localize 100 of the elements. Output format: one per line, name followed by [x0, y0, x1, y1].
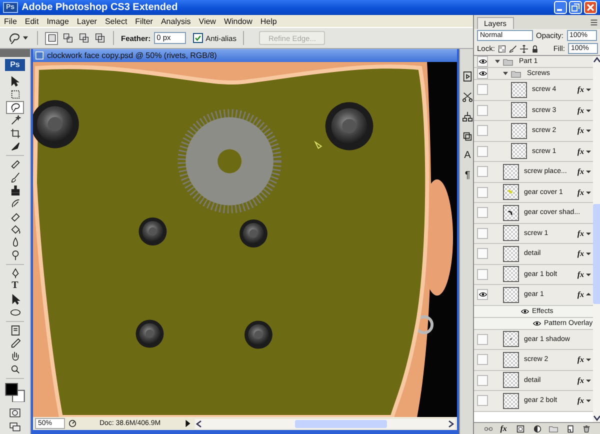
squares-icon: [94, 33, 104, 43]
expand-arrow-icon[interactable]: [586, 292, 591, 298]
visibility-toggle[interactable]: [477, 146, 488, 157]
minimize-icon[interactable]: [554, 1, 567, 14]
dodge-icon: [10, 250, 20, 261]
selection-mode-button[interactable]: [45, 32, 58, 44]
close-icon[interactable]: [584, 1, 597, 14]
scroll-thumb[interactable]: [593, 204, 600, 304]
menu-item[interactable]: Analysis: [160, 16, 191, 26]
menu-item[interactable]: Help: [260, 16, 277, 26]
dock-button[interactable]: [461, 69, 474, 83]
add-style-button[interactable]: fx: [500, 424, 507, 433]
menu-item[interactable]: Image: [46, 16, 69, 26]
expand-arrow-icon[interactable]: [586, 398, 591, 404]
menu-item[interactable]: View: [198, 16, 216, 26]
fx-label: fx: [577, 167, 584, 176]
fx-label: fx: [577, 396, 584, 406]
visibility-toggle[interactable]: [477, 68, 488, 79]
pen-icon: [10, 268, 20, 279]
visibility-toggle[interactable]: [477, 395, 488, 406]
visibility-toggle[interactable]: [477, 104, 488, 116]
expand-arrow-icon[interactable]: [586, 128, 591, 134]
visibility-toggle[interactable]: [477, 248, 488, 260]
visibility-toggle[interactable]: [477, 166, 488, 178]
eye-icon[interactable]: [533, 320, 541, 326]
horizontal-scrollbar[interactable]: [195, 418, 455, 428]
expand-arrow-icon[interactable]: [586, 108, 591, 113]
play-icon: [462, 70, 473, 82]
visibility-toggle[interactable]: [477, 334, 488, 345]
type-tool-button[interactable]: T: [6, 280, 24, 293]
marquee-icon: [10, 88, 20, 100]
expand-arrow-icon[interactable]: [586, 87, 591, 92]
selection-mode-button[interactable]: [93, 32, 106, 44]
new-page-icon[interactable]: [566, 424, 575, 432]
color-swatches-icon[interactable]: [5, 382, 25, 402]
visibility-toggle[interactable]: [477, 186, 488, 198]
preview-icon[interactable]: [68, 419, 77, 428]
note-icon: [10, 324, 20, 336]
half-circle-icon[interactable]: [532, 424, 542, 432]
lock-transparency-icon[interactable]: [498, 44, 506, 52]
scroll-thumb[interactable]: [295, 420, 387, 428]
menu-item[interactable]: File: [4, 16, 17, 26]
visibility-toggle[interactable]: [477, 289, 488, 300]
panel-menu-icon[interactable]: [590, 19, 598, 26]
visibility-toggle[interactable]: [477, 56, 488, 67]
dock-text-button[interactable]: A: [461, 149, 474, 163]
visibility-toggle[interactable]: [477, 207, 488, 218]
selection-mode-button[interactable]: [77, 32, 90, 44]
fx-label: fx: [577, 249, 584, 258]
wand-icon: [10, 114, 20, 126]
menu-item[interactable]: Layer: [76, 16, 97, 26]
vertical-scrollbar[interactable]: [593, 56, 600, 422]
visibility-toggle[interactable]: [477, 228, 488, 239]
hand-icon: [10, 350, 20, 362]
selection-mode-button[interactable]: [61, 32, 74, 44]
menu-item[interactable]: Select: [104, 16, 128, 26]
tool-button[interactable]: [6, 100, 24, 114]
document-icon: [35, 51, 44, 60]
checkbox[interactable]: [192, 33, 203, 43]
dock-button[interactable]: [461, 109, 474, 123]
arrow-cursor-icon: [10, 294, 20, 305]
expand-arrow-icon[interactable]: [586, 251, 591, 256]
expand-arrow-icon[interactable]: [586, 378, 591, 383]
move-arrows-icon[interactable]: [520, 44, 528, 52]
eye-icon[interactable]: [521, 308, 529, 314]
restore-icon[interactable]: [569, 1, 582, 14]
zoom-icon: [10, 364, 20, 375]
brush-icon[interactable]: [508, 44, 517, 52]
app-logo: Ps: [5, 58, 25, 71]
expand-arrow-icon[interactable]: [586, 230, 591, 236]
menu-item[interactable]: Window: [224, 16, 252, 26]
screen-mode-icon[interactable]: [9, 421, 21, 433]
menu-item[interactable]: Filter: [135, 16, 153, 26]
expand-arrow-icon[interactable]: [586, 190, 591, 195]
expand-arrow-icon[interactable]: [586, 357, 591, 362]
menu-item[interactable]: Edit: [24, 16, 39, 26]
mask-icon[interactable]: [516, 424, 526, 432]
squares-icon: [78, 33, 88, 43]
expand-arrow-icon[interactable]: [586, 272, 591, 277]
menu-arrow-icon[interactable]: [183, 419, 192, 428]
folder-icon[interactable]: [549, 424, 558, 432]
fx-label: fx: [577, 106, 584, 115]
visibility-toggle[interactable]: [477, 268, 488, 280]
expand-arrow-icon[interactable]: [586, 148, 591, 154]
visibility-toggle[interactable]: [477, 84, 488, 96]
dock-text-button[interactable]: ¶: [461, 169, 474, 183]
trash-icon[interactable]: [582, 424, 592, 432]
padlock-icon[interactable]: [530, 44, 539, 52]
link-icon[interactable]: [484, 424, 493, 432]
disclosure-triangle-icon[interactable]: [495, 59, 500, 64]
visibility-toggle[interactable]: [477, 125, 488, 136]
visibility-toggle[interactable]: [477, 354, 488, 366]
disclosure-triangle-icon[interactable]: [503, 71, 508, 76]
fx-label: fx: [577, 290, 584, 300]
stacked-sheets-icon: [462, 130, 473, 142]
caret-icon: [23, 36, 28, 40]
visibility-toggle[interactable]: [477, 374, 488, 386]
quick-mask-icon[interactable]: [9, 407, 21, 420]
expand-arrow-icon[interactable]: [586, 169, 591, 174]
fx-label: fx: [577, 355, 584, 364]
